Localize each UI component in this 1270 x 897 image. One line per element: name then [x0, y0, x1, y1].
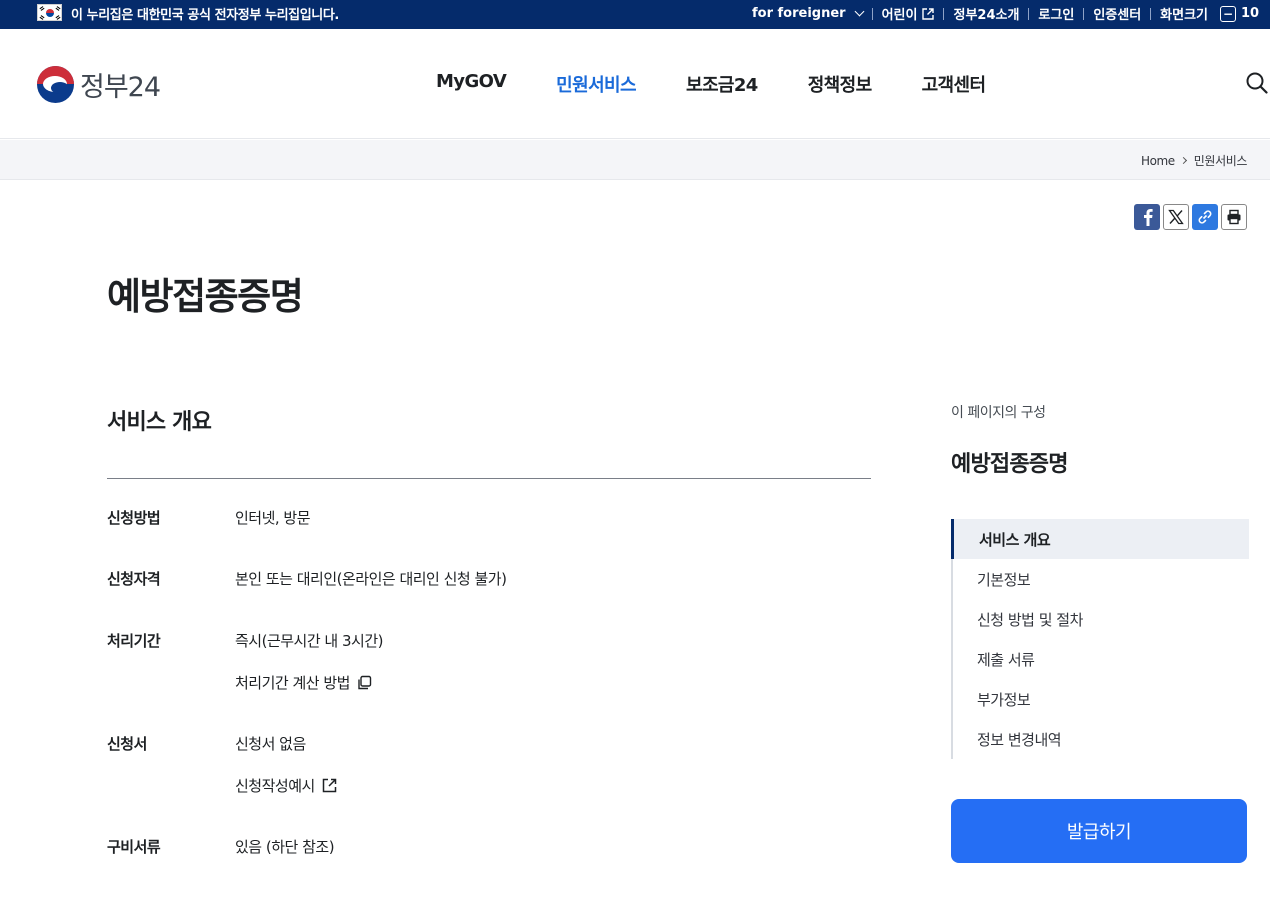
issue-button[interactable]: 발급하기	[951, 799, 1247, 863]
external-link-icon	[922, 7, 935, 20]
breadcrumb-current[interactable]: 민원서비스	[1194, 152, 1248, 169]
section-divider	[107, 478, 871, 479]
screen-size-label: 화면크기	[1160, 8, 1208, 23]
site-header: 정부24 MyGOV 민원서비스 보조금24 정책정보 고객센터	[0, 29, 1270, 139]
row-label-required-docs: 구비서류	[107, 838, 161, 856]
divider	[1083, 7, 1085, 20]
nav-customer-center[interactable]: 고객센터	[922, 71, 986, 97]
site-logo[interactable]: 정부24	[37, 65, 161, 104]
search-icon[interactable]	[1246, 72, 1268, 94]
toc-item-change-history[interactable]: 정보 변경내역	[951, 719, 1249, 759]
toc-item-documents[interactable]: 제출 서류	[951, 639, 1249, 679]
row-value-processing-time: 즉시(근무시간 내 3시간)	[235, 632, 384, 650]
minus-icon: −	[1222, 6, 1234, 21]
application-example-link[interactable]: 신청작성예시	[235, 775, 338, 796]
divider	[1028, 7, 1030, 20]
kids-link[interactable]: 어린이	[882, 4, 935, 23]
toc-item-overview[interactable]: 서비스 개요	[951, 519, 1249, 559]
row-label-method: 신청방법	[107, 509, 161, 527]
share-toolbar	[1134, 204, 1250, 230]
row-label-eligibility: 신청자격	[107, 570, 161, 588]
processing-time-calc-link[interactable]: 처리기간 계산 방법	[235, 672, 373, 693]
toc-item-basic-info[interactable]: 기본정보	[951, 559, 1249, 599]
nav-subsidy24[interactable]: 보조금24	[686, 71, 758, 97]
section-title-overview: 서비스 개요	[107, 410, 212, 435]
divider	[1150, 7, 1152, 20]
about-link[interactable]: 정부24소개	[953, 4, 1019, 23]
print-icon	[1227, 209, 1241, 225]
divider	[871, 7, 873, 20]
toc-title: 예방접종증명	[951, 452, 1068, 477]
x-share-button[interactable]	[1163, 204, 1189, 230]
toc-item-additional-info[interactable]: 부가정보	[951, 679, 1249, 719]
certificate-center-link[interactable]: 인증센터	[1093, 4, 1141, 23]
toc-caption: 이 페이지의 구성	[951, 405, 1046, 421]
zoom-out-button[interactable]: −	[1220, 5, 1236, 22]
foreigner-menu[interactable]: for foreigner	[752, 6, 865, 21]
official-notice: 이 누리집은 대한민국 공식 전자정부 누리집입니다.	[71, 8, 339, 23]
external-link-icon	[321, 777, 338, 794]
row-value-required-docs: 있음 (하단 참조)	[235, 838, 335, 856]
main-navigation: MyGOV 민원서비스 보조금24 정책정보 고객센터	[436, 71, 1035, 97]
row-label-application-form: 신청서	[107, 735, 147, 753]
breadcrumb: Home 민원서비스	[1141, 152, 1247, 169]
copy-link-button[interactable]	[1192, 204, 1218, 230]
nav-civil-service[interactable]: 민원서비스	[556, 71, 636, 97]
korea-flag-icon	[37, 4, 62, 21]
row-value-eligibility: 본인 또는 대리인(온라인은 대리인 신청 불가)	[235, 570, 507, 588]
chevron-right-icon	[1179, 156, 1187, 165]
facebook-icon	[1144, 209, 1153, 226]
zoom-value: 10	[1241, 6, 1260, 21]
breadcrumb-bar: Home 민원서비스	[0, 140, 1270, 180]
row-label-processing-time: 처리기간	[107, 632, 161, 650]
government-banner: 이 누리집은 대한민국 공식 전자정부 누리집입니다. for foreigne…	[0, 0, 1270, 29]
nav-mygov[interactable]: MyGOV	[436, 71, 507, 97]
link-icon	[1198, 210, 1212, 224]
brand-name: 정부24	[80, 72, 161, 103]
page-title: 예방접종증명	[107, 275, 304, 318]
print-button[interactable]	[1221, 204, 1247, 230]
row-value-method: 인터넷, 방문	[235, 509, 311, 527]
utility-links: for foreigner 어린이 정부24소개 로그인 인증센터 화면크기 −…	[752, 4, 1259, 23]
nav-policy-info[interactable]: 정책정보	[808, 71, 872, 97]
toc-item-procedure[interactable]: 신청 방법 및 절차	[951, 599, 1249, 639]
row-value-application-form: 신청서 없음	[235, 735, 306, 753]
x-icon	[1168, 209, 1184, 225]
facebook-share-button[interactable]	[1134, 204, 1160, 230]
government-emblem-icon	[37, 66, 74, 103]
chevron-down-icon	[854, 6, 865, 17]
divider	[943, 7, 945, 20]
breadcrumb-home[interactable]: Home	[1141, 154, 1175, 168]
login-link[interactable]: 로그인	[1038, 4, 1074, 23]
page-table-of-contents: 서비스 개요 기본정보 신청 방법 및 절차 제출 서류 부가정보 정보 변경내…	[951, 519, 1249, 759]
copy-icon	[356, 674, 373, 691]
